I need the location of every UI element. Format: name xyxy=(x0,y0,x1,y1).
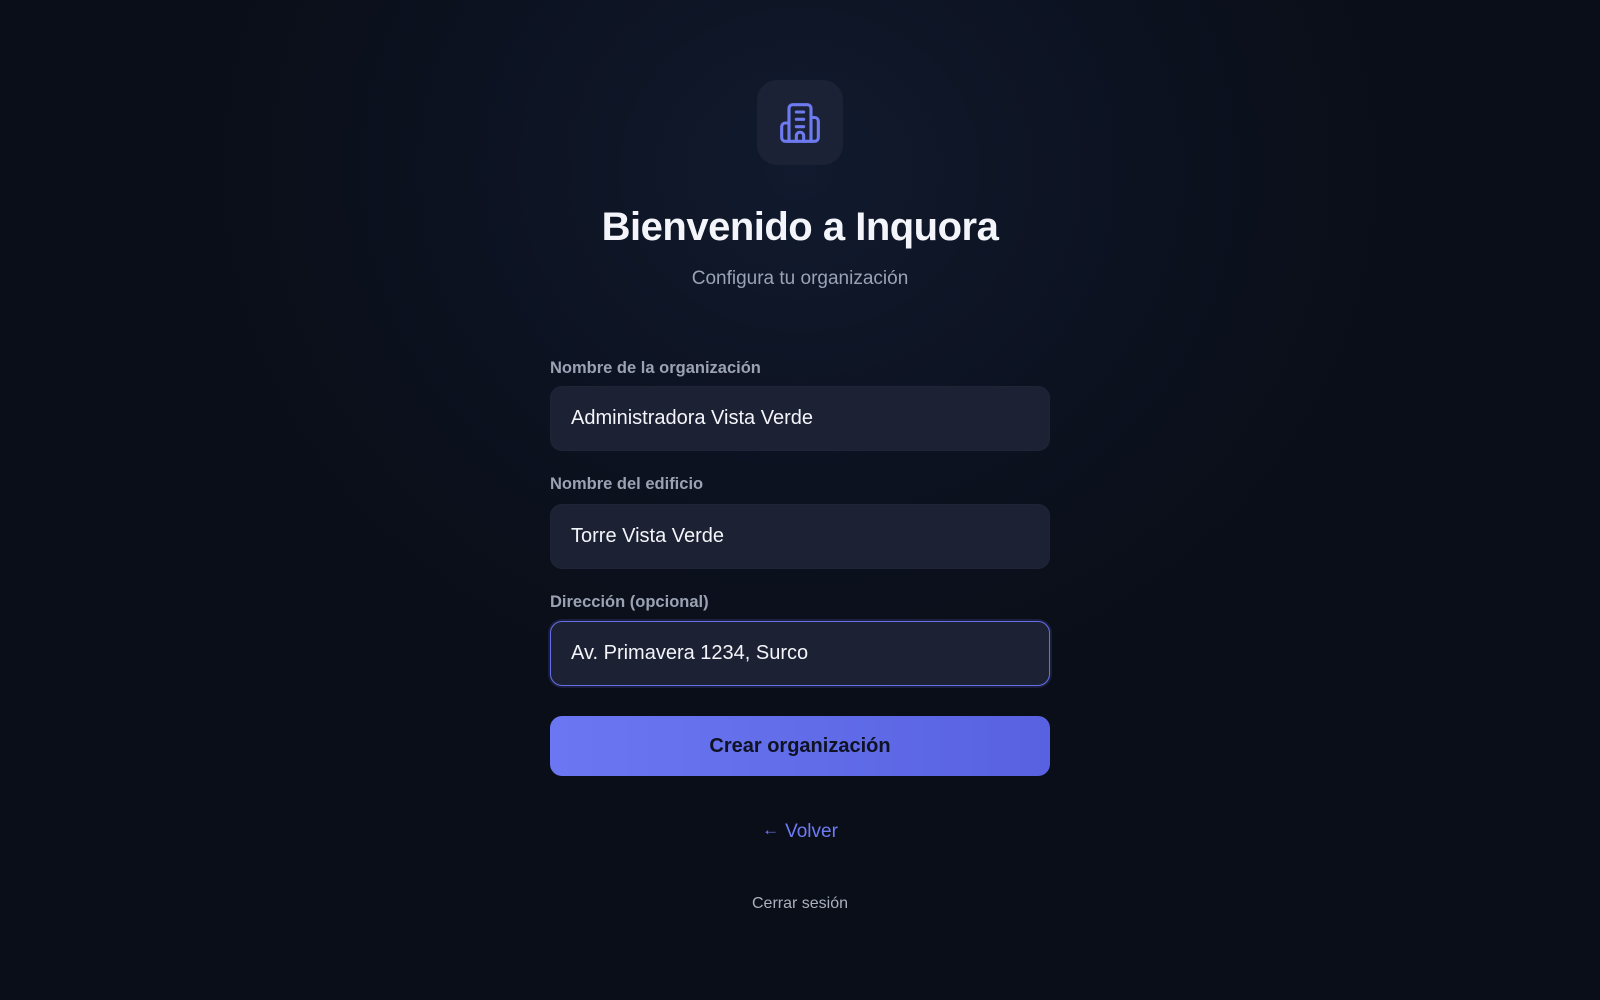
create-organization-button[interactable]: Crear organización xyxy=(550,716,1050,776)
back-link[interactable]: ← Volver xyxy=(550,820,1050,844)
page-subtitle: Configura tu organización xyxy=(691,268,909,289)
building-icon xyxy=(780,102,820,143)
logo-badge xyxy=(757,80,843,165)
address-label: Dirección (opcional) xyxy=(550,593,709,611)
page-title: Bienvenido a Inquora xyxy=(601,205,999,249)
building-name-input[interactable] xyxy=(550,504,1050,569)
arrow-left-icon: ← xyxy=(762,820,780,839)
back-link-label: Volver xyxy=(785,821,838,842)
address-input[interactable] xyxy=(550,621,1050,686)
logout-link[interactable]: Cerrar sesión xyxy=(550,894,1050,914)
organization-name-input[interactable] xyxy=(550,386,1050,451)
organization-name-label: Nombre de la organización xyxy=(550,359,761,377)
building-name-label: Nombre del edificio xyxy=(550,475,704,493)
